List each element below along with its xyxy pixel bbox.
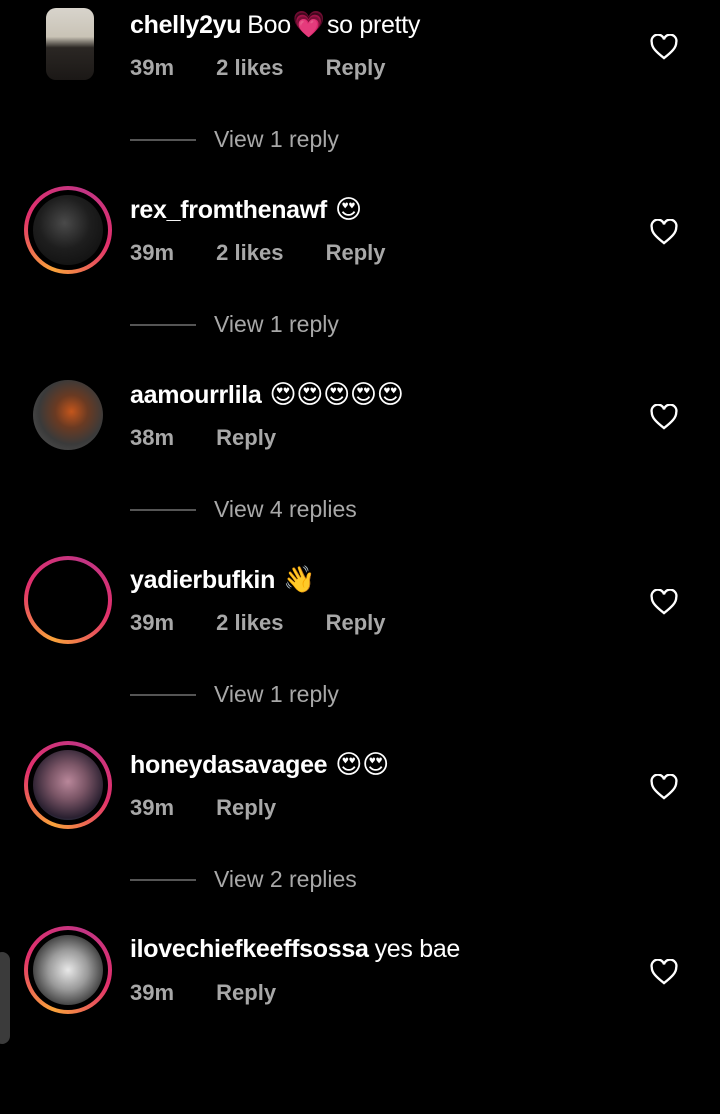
- divider-line: [130, 508, 196, 511]
- view-replies-button[interactable]: View 1 reply: [130, 311, 339, 338]
- reply-button[interactable]: Reply: [326, 240, 386, 265]
- comment-time: 39m: [130, 980, 175, 1005]
- comment-username[interactable]: chelly2yu: [130, 11, 242, 40]
- view-replies-button[interactable]: View 1 reply: [130, 126, 339, 153]
- reply-button[interactable]: Reply: [216, 425, 276, 450]
- comment-item: aamourrlila 😍😍😍😍😍 38m Reply View 4 repli…: [0, 374, 720, 559]
- like-heart-icon[interactable]: [650, 404, 678, 430]
- divider-line: [130, 693, 196, 696]
- comment-username[interactable]: honeydasavagee: [130, 751, 328, 780]
- like-heart-icon[interactable]: [650, 774, 678, 800]
- comment-item: honeydasavagee 😍😍 39m Reply View 2 repli…: [0, 741, 720, 929]
- view-replies-label: View 1 reply: [214, 126, 339, 152]
- comment-time: 39m: [130, 610, 175, 635]
- comment-item: chelly2yu Boo 💗 so pretty 39m 2 likes Re…: [0, 4, 720, 189]
- view-replies-button[interactable]: View 1 reply: [130, 681, 339, 708]
- comment-username[interactable]: aamourrlila: [130, 381, 262, 410]
- comment-likes[interactable]: 2 likes: [216, 240, 283, 265]
- avatar[interactable]: [24, 741, 112, 829]
- heart-emoji: 💗: [292, 10, 325, 40]
- scroll-handle[interactable]: [0, 952, 10, 1044]
- comment-item: rex_fromthenawf 😍 39m 2 likes Reply View…: [0, 186, 720, 374]
- comment-time: 39m: [130, 795, 175, 820]
- view-replies-button[interactable]: View 2 replies: [130, 866, 357, 893]
- comment-likes[interactable]: 2 likes: [216, 55, 283, 80]
- reply-button[interactable]: Reply: [216, 980, 276, 1005]
- comment-username[interactable]: ilovechiefkeeffsossa: [130, 935, 369, 964]
- divider-line: [130, 323, 196, 326]
- comment-likes[interactable]: 2 likes: [216, 610, 283, 635]
- waving-hand-emoji: 👋: [283, 565, 316, 595]
- view-replies-button[interactable]: View 4 replies: [130, 496, 357, 523]
- like-heart-icon[interactable]: [650, 959, 678, 985]
- heart-eyes-emoji-group: 😍😍: [335, 750, 389, 780]
- view-replies-label: View 1 reply: [214, 311, 339, 337]
- divider-line: [130, 878, 196, 881]
- avatar[interactable]: [24, 556, 112, 644]
- heart-eyes-emoji-group: 😍😍😍😍😍: [269, 380, 404, 410]
- like-heart-icon[interactable]: [650, 34, 678, 60]
- comment-item: yadierbufkin 👋 39m 2 likes Reply View 1 …: [0, 556, 720, 744]
- comment-text: yes bae: [374, 935, 461, 963]
- comment-time: 39m: [130, 240, 175, 265]
- comment-username[interactable]: rex_fromthenawf: [130, 196, 327, 225]
- avatar[interactable]: [24, 926, 112, 1014]
- comment-username[interactable]: yadierbufkin: [130, 566, 275, 595]
- comment-text-after: so pretty: [326, 10, 421, 39]
- reply-button[interactable]: Reply: [216, 795, 276, 820]
- comment-text: Boo: [247, 10, 291, 39]
- like-heart-icon[interactable]: [650, 589, 678, 615]
- reply-button[interactable]: Reply: [326, 610, 386, 635]
- like-heart-icon[interactable]: [650, 219, 678, 245]
- reply-button[interactable]: Reply: [326, 55, 386, 80]
- view-replies-label: View 4 replies: [214, 496, 357, 522]
- heart-eyes-emoji: 😍: [334, 195, 362, 225]
- comment-time: 38m: [130, 425, 175, 450]
- avatar[interactable]: [26, 0, 114, 88]
- view-replies-label: View 1 reply: [214, 681, 339, 707]
- comment-item: ilovechiefkeeffsossa yes bae 39m Reply: [0, 926, 720, 1114]
- view-replies-label: View 2 replies: [214, 866, 357, 892]
- avatar[interactable]: [24, 371, 112, 459]
- avatar[interactable]: [24, 186, 112, 274]
- comment-time: 39m: [130, 55, 175, 80]
- divider-line: [130, 138, 196, 141]
